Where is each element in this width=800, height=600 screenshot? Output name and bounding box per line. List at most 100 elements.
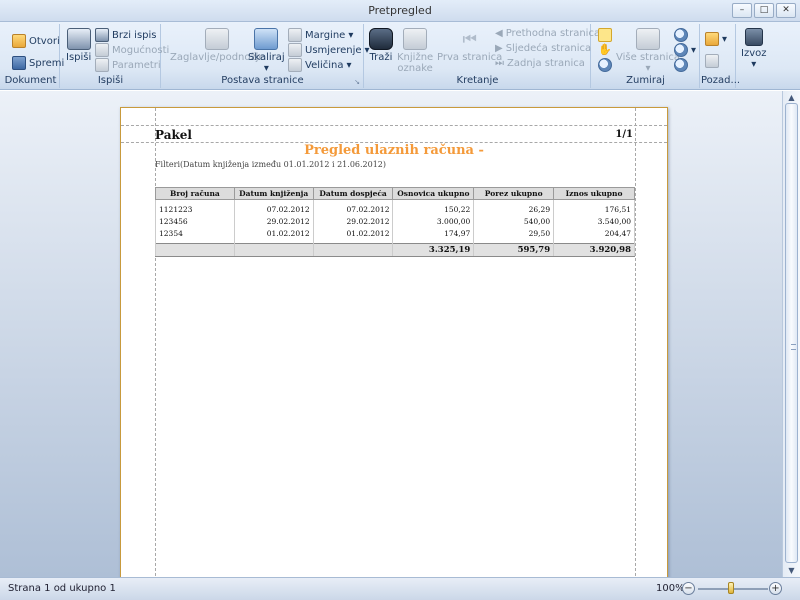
size-dropdown[interactable]: Veličina ▾: [288, 58, 352, 72]
cell: 204,47: [553, 227, 635, 240]
parameters-button[interactable]: Parametri: [95, 58, 161, 72]
orientation-label: Usmjerenje: [305, 44, 362, 56]
multi-page-button[interactable]: Više stranica ▾: [616, 28, 680, 74]
col-header: Iznos ukupno: [553, 187, 635, 200]
company-name: Pakel: [155, 128, 192, 142]
zoom-in-button[interactable]: [674, 58, 688, 72]
last-arrow-icon: ⏭: [495, 58, 504, 69]
save-button[interactable]: Spremi: [12, 56, 64, 70]
scroll-up-icon[interactable]: ▲: [786, 92, 797, 103]
prev-page-label: Prethodna stranica: [505, 28, 601, 39]
dialog-launcher-icon[interactable]: ↘: [354, 78, 360, 86]
group-kretanje: Traži Knjižne oznake ⏮ Prva stranica ◀ P…: [365, 24, 600, 88]
scale-icon: [254, 28, 279, 50]
cell: 12354: [155, 227, 235, 240]
cell: 01.02.2012: [233, 227, 314, 240]
multi-page-label: Više stranica: [616, 52, 681, 63]
group-label-kretanje: Kretanje: [456, 75, 499, 86]
zoom-out-icon: [674, 28, 688, 42]
quick-print-button[interactable]: Brzi ispis: [95, 28, 157, 42]
bookmarks-button[interactable]: Knjižne oznake: [397, 28, 433, 74]
col-header: Datum dospjeća: [312, 187, 394, 200]
title-bar: Pretpregled – □ ✕: [0, 0, 800, 22]
group-label-pozadina: Pozad...: [701, 75, 741, 86]
minimize-button[interactable]: –: [732, 3, 752, 18]
zoom-in-status-button[interactable]: +: [769, 582, 782, 595]
scale-dropdown-icon: ▾: [263, 63, 269, 74]
cell: 29,50: [473, 227, 555, 240]
zoom-dropdown-button[interactable]: ▾: [674, 43, 696, 57]
watermark-button[interactable]: [705, 54, 719, 68]
zoom-out-status-button[interactable]: −: [682, 582, 695, 595]
status-bar: Strana 1 od ukupno 1 100% − +: [0, 577, 800, 600]
export-button[interactable]: Izvoz ▾: [741, 28, 766, 70]
zoom-slider-handle[interactable]: [728, 582, 734, 594]
scroll-down-icon[interactable]: ▼: [786, 565, 797, 576]
pointer-tool-button[interactable]: [598, 28, 612, 42]
chevron-down-icon: ▾: [346, 59, 352, 71]
zoom-out-button[interactable]: [674, 28, 688, 42]
scroll-thumb[interactable]: [785, 103, 798, 563]
quick-print-label: Brzi ispis: [112, 29, 157, 41]
open-button[interactable]: Otvori: [12, 34, 60, 48]
cell: 3.000,00: [392, 215, 475, 228]
group-label-postava: Postava stranice: [221, 75, 304, 86]
save-label: Spremi: [29, 57, 65, 69]
group-zumiraj: ✋ Više stranica ▾ ▾ Zumiraj: [592, 24, 700, 88]
margins-icon: [288, 28, 302, 42]
export-dropdown-icon: ▾: [751, 59, 757, 70]
cell: [155, 243, 235, 257]
report-title: Pregled ulaznih računa -: [304, 143, 484, 158]
multi-page-icon: [636, 28, 661, 50]
options-button[interactable]: Mogućnosti: [95, 43, 169, 57]
parameters-icon: [95, 58, 109, 72]
cell: [233, 243, 314, 257]
report-filter: Filteri(Datum knjiženja između 01.01.201…: [155, 160, 387, 169]
close-button[interactable]: ✕: [776, 3, 796, 18]
margins-dropdown[interactable]: Margine ▾: [288, 28, 353, 42]
first-page-button[interactable]: ⏮ Prva stranica: [437, 28, 502, 63]
quick-print-icon: [95, 28, 109, 42]
print-label: Ispiši: [66, 52, 92, 63]
zoom-level: 100%: [656, 583, 685, 594]
cell: 150,22: [392, 203, 475, 216]
chevron-down-icon: ▾: [348, 29, 354, 41]
orientation-icon: [288, 43, 302, 57]
options-icon: [95, 43, 109, 57]
hand-tool-button[interactable]: ✋: [598, 43, 612, 57]
vertical-scrollbar[interactable]: ▲ ▼: [782, 91, 800, 577]
page-size-icon: [288, 58, 302, 72]
cell: 3.540,00: [553, 215, 635, 228]
total-iznos: 3.920,98: [553, 243, 635, 257]
magnifier-icon: [598, 58, 612, 72]
hand-icon: ✋: [598, 43, 612, 56]
scale-button[interactable]: Skaliraj ▾: [248, 28, 285, 74]
export-label: Izvoz: [741, 48, 767, 59]
page-color-button[interactable]: ▾: [705, 32, 727, 46]
invoice-table: Broj računa Datum knjiženja Datum dospje…: [155, 187, 635, 257]
first-page-icon: ⏮: [462, 29, 477, 48]
document-viewer[interactable]: Pakel 1/1 Pregled ulaznih računa - Filte…: [0, 91, 782, 577]
last-page-label: Zadnja stranica: [507, 58, 585, 69]
binoculars-icon: [369, 28, 393, 50]
next-arrow-icon: ▶: [495, 43, 503, 54]
cell: 01.02.2012: [312, 227, 394, 240]
col-header: Osnovica ukupno: [392, 187, 475, 200]
cell: 176,51: [553, 203, 635, 216]
print-button[interactable]: Ispiši: [66, 28, 91, 63]
group-postava: Zaglavlje/podnožje Skaliraj ▾ Margine ▾ …: [162, 24, 370, 88]
last-page-button[interactable]: ⏭ Zadnja stranica: [495, 58, 585, 69]
zoom-tool-button[interactable]: [598, 58, 612, 72]
group-pozadina: ▾ Pozad...: [701, 24, 741, 88]
orientation-dropdown[interactable]: Usmjerenje ▾: [288, 43, 370, 57]
maximize-button[interactable]: □: [754, 3, 774, 18]
zoom-icon: [674, 43, 688, 57]
prev-page-button[interactable]: ◀ Prethodna stranica: [495, 28, 600, 39]
table-header-row: Broj računa Datum knjiženja Datum dospje…: [155, 187, 635, 200]
cell: 07.02.2012: [233, 203, 314, 216]
col-header: Datum knjiženja: [233, 187, 314, 200]
search-button[interactable]: Traži: [369, 28, 393, 63]
group-dokument: Otvori Spremi Dokument: [2, 24, 64, 88]
open-label: Otvori: [29, 35, 60, 47]
next-page-button[interactable]: ▶ Sljedeća stranica: [495, 43, 591, 54]
